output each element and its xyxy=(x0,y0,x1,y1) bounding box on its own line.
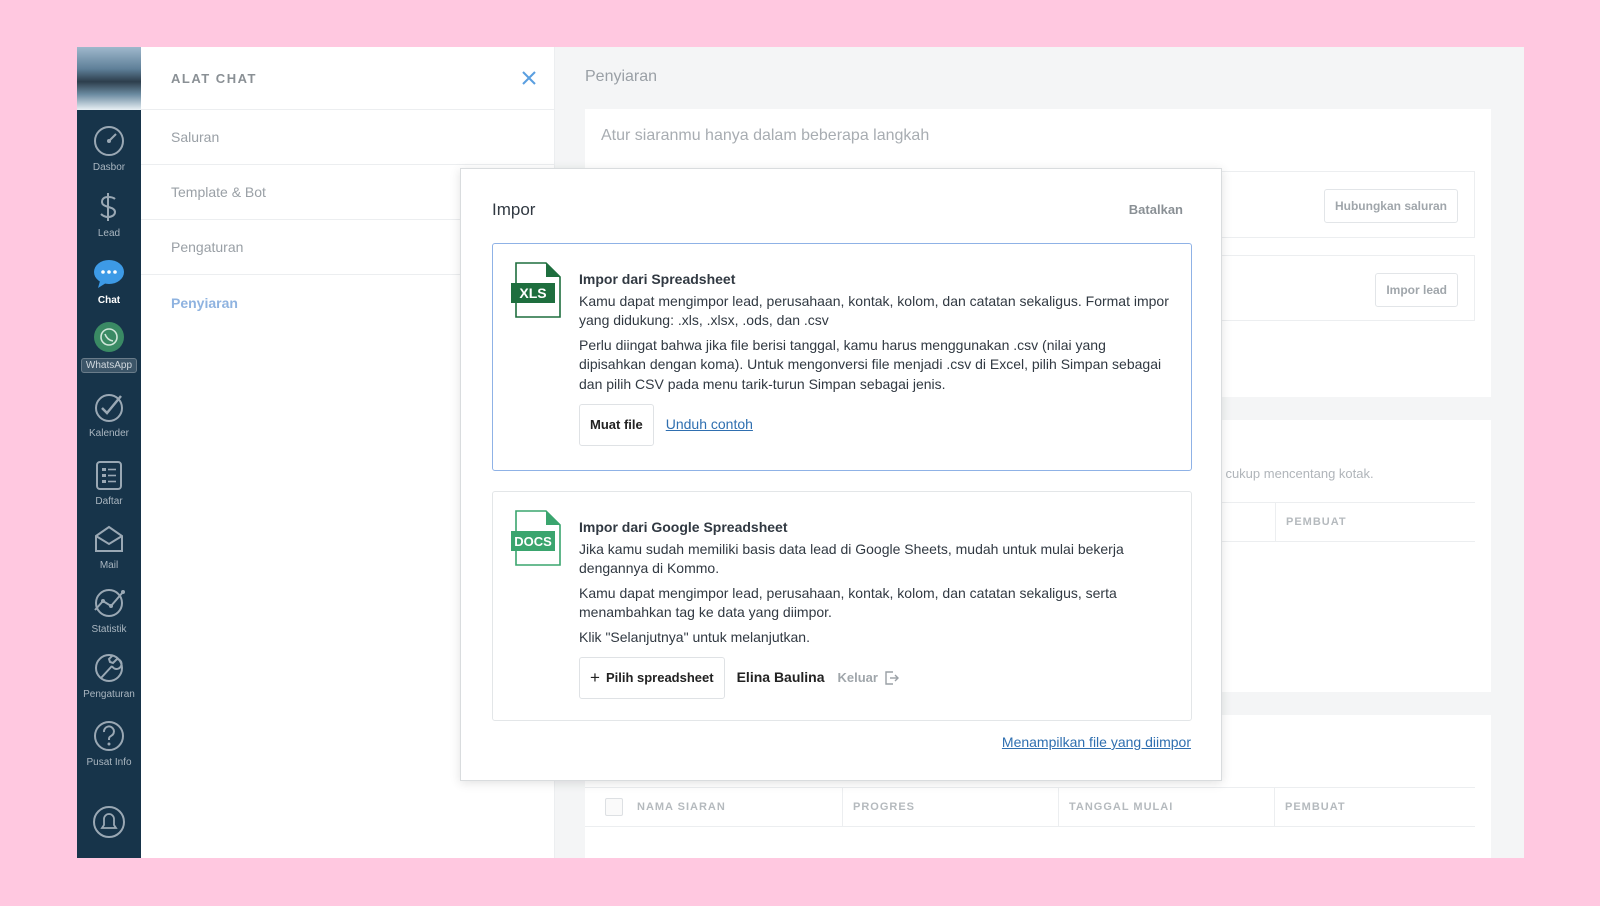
nav-item-pusat-info[interactable]: Pusat Info xyxy=(77,719,141,768)
dashboard-icon xyxy=(94,126,124,156)
connect-channel-button[interactable]: Hubungkan saluran xyxy=(1323,189,1458,223)
import-modal: Impor Batalkan XLS Impor dari Spreadshee… xyxy=(460,168,1222,781)
google-intro-text: Jika kamu sudah memiliki basis data lead… xyxy=(579,540,1124,577)
xls-label: XLS xyxy=(519,285,546,301)
notifications-button[interactable] xyxy=(77,805,141,839)
nav-label: Daftar xyxy=(95,496,123,507)
avatar[interactable] xyxy=(77,47,141,110)
download-sample-link[interactable]: Unduh contoh xyxy=(666,415,753,435)
mail-icon xyxy=(95,525,123,552)
upload-file-button[interactable]: Muat file xyxy=(579,404,654,446)
statistics-icon xyxy=(94,589,125,617)
nav-item-dasbor[interactable]: Dasbor xyxy=(77,124,141,173)
setup-subtitle: Atur siaranmu hanya dalam beberapa langk… xyxy=(601,127,930,144)
column-progress: PROGRES xyxy=(843,788,1059,826)
xls-file-icon: XLS xyxy=(511,262,561,318)
nav-label: Dasbor xyxy=(92,162,126,173)
column-creator: PEMBUAT xyxy=(1285,801,1346,813)
show-imported-files-link[interactable]: Menampilkan file yang diimpor xyxy=(1002,734,1191,750)
spreadsheet-formats-text: Kamu dapat mengimpor lead, perusahaan, k… xyxy=(579,292,1169,329)
column-start-date: TANGGAL MULAI xyxy=(1059,788,1275,826)
docs-file-icon: DOCS xyxy=(511,510,561,566)
nav-item-daftar[interactable]: Daftar xyxy=(77,458,141,507)
nav-label: Pusat Info xyxy=(86,757,132,768)
table-header: NAMA SIARAN PROGRES TANGGAL MULAI PEMBUA… xyxy=(585,787,1475,827)
page-title: Penyiaran xyxy=(585,68,658,85)
spreadsheet-actions: Muat file Unduh contoh xyxy=(579,404,1173,446)
nav-label: Pengaturan xyxy=(83,689,135,700)
list-icon xyxy=(96,461,122,490)
google-description: Impor dari Google Spreadsheet Jika kamu … xyxy=(579,518,1173,699)
spreadsheet-csv-note: Perlu diingat bahwa jika file berisi tan… xyxy=(579,336,1162,392)
help-icon xyxy=(94,721,124,751)
logout-icon xyxy=(885,671,899,685)
hint-text: a, cukup mencentang kotak. xyxy=(1211,466,1374,481)
nav-item-mail[interactable]: Mail xyxy=(77,522,141,571)
nav-item-lead[interactable]: Lead xyxy=(77,190,141,239)
panel-item-saluran[interactable]: Saluran xyxy=(141,110,554,165)
panel-title: ALAT CHAT xyxy=(171,70,257,86)
checkmark-icon xyxy=(95,394,123,422)
google-features-text: Kamu dapat mengimpor lead, perusahaan, k… xyxy=(579,584,1117,621)
google-actions: + Pilih spreadsheet Elina Baulina Keluar xyxy=(579,657,1173,699)
spreadsheet-title: Impor dari Spreadsheet xyxy=(579,271,736,287)
nav-item-pengaturan[interactable]: Pengaturan xyxy=(77,651,141,700)
nav-item-whatsapp[interactable]: WhatsApp xyxy=(77,320,141,373)
google-account-name: Elina Baulina xyxy=(736,669,825,685)
google-continue-text: Klik "Selanjutnya" untuk melanjutkan. xyxy=(579,628,810,645)
nav-label: Chat xyxy=(97,295,121,306)
dollar-icon xyxy=(100,193,117,221)
app-window: Dasbor Lead Chat WhatsApp Kalender Dafta… xyxy=(77,47,1524,858)
panel-header: ALAT CHAT xyxy=(141,47,554,110)
choose-spreadsheet-button[interactable]: + Pilih spreadsheet xyxy=(579,657,725,699)
nav-label: Mail xyxy=(99,560,119,571)
spreadsheet-description: Impor dari Spreadsheet Kamu dapat mengim… xyxy=(579,270,1173,446)
select-all-checkbox[interactable] xyxy=(605,798,623,816)
import-google-sheet-option[interactable]: DOCS Impor dari Google Spreadsheet Jika … xyxy=(492,491,1192,721)
column-creator: PEMBUAT xyxy=(1275,503,1475,541)
chat-bubble-icon xyxy=(94,260,124,288)
nav-label: Kalender xyxy=(88,428,130,439)
nav-label: Lead xyxy=(97,228,121,239)
docs-label: DOCS xyxy=(514,534,552,549)
wrench-icon xyxy=(95,654,123,682)
nav-item-kalender[interactable]: Kalender xyxy=(77,390,141,439)
column-name: NAMA SIARAN xyxy=(585,788,843,826)
nav-label: WhatsApp xyxy=(81,358,137,373)
import-leads-button[interactable]: Impor lead xyxy=(1375,273,1458,307)
nav-item-statistik[interactable]: Statistik xyxy=(77,586,141,635)
plus-icon: + xyxy=(590,667,600,687)
nav-label: Statistik xyxy=(91,624,127,635)
google-title: Impor dari Google Spreadsheet xyxy=(579,519,788,535)
nav-item-chat[interactable]: Chat xyxy=(77,257,141,306)
nav-rail: Dasbor Lead Chat WhatsApp Kalender Dafta… xyxy=(77,47,141,858)
cancel-button[interactable]: Batalkan xyxy=(1129,202,1183,217)
whatsapp-icon xyxy=(94,322,124,352)
bell-icon xyxy=(93,806,125,838)
modal-title: Impor xyxy=(492,200,536,219)
close-icon[interactable] xyxy=(520,69,538,87)
import-spreadsheet-option[interactable]: XLS Impor dari Spreadsheet Kamu dapat me… xyxy=(492,243,1192,471)
logout-button[interactable]: Keluar xyxy=(838,668,900,688)
